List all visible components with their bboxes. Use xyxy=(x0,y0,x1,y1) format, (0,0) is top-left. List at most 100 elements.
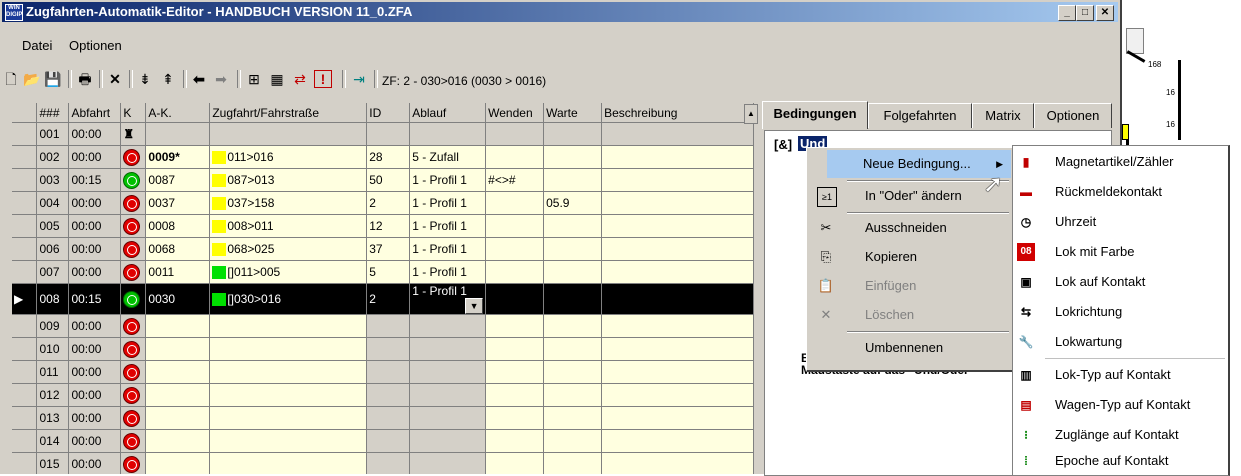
start-contact[interactable] xyxy=(145,337,211,361)
signal-cell[interactable] xyxy=(120,168,147,192)
departure-time[interactable]: 00:00 xyxy=(68,360,122,384)
col-header[interactable]: Wenden xyxy=(485,103,545,123)
print-icon[interactable]: 🖶 xyxy=(76,70,94,88)
delete-icon[interactable]: ✕ xyxy=(106,70,124,88)
row-selector[interactable] xyxy=(12,122,38,146)
signal-cell[interactable] xyxy=(120,314,147,338)
description-cell[interactable] xyxy=(601,452,754,474)
description-cell[interactable] xyxy=(601,406,754,430)
start-contact[interactable] xyxy=(145,360,211,384)
sequence[interactable] xyxy=(409,314,487,338)
description-cell[interactable] xyxy=(601,314,754,338)
route-icon[interactable]: ⊞ xyxy=(245,70,263,88)
col-header[interactable]: Zugfahrt/Fahrstraße xyxy=(209,103,368,123)
start-contact[interactable]: 0008 xyxy=(145,214,211,238)
menu-item-ausschneiden[interactable]: ✂ Ausschneiden xyxy=(809,214,1011,242)
train-route[interactable]: 011>016 xyxy=(209,145,368,169)
minimize-button[interactable]: _ xyxy=(1058,5,1076,21)
start-contact[interactable] xyxy=(145,122,211,146)
departure-time[interactable]: 00:00 xyxy=(68,145,122,169)
wait-cell[interactable] xyxy=(543,122,603,146)
wait-cell[interactable]: 05.9 xyxy=(543,191,603,215)
sequence[interactable] xyxy=(409,429,487,453)
col-header[interactable]: K xyxy=(120,103,147,123)
start-contact[interactable] xyxy=(145,406,211,430)
col-header[interactable]: A-K. xyxy=(145,103,211,123)
sequence[interactable]: 1 - Profil 1 xyxy=(409,191,487,215)
wait-cell[interactable] xyxy=(543,168,603,192)
route-id[interactable] xyxy=(366,360,411,384)
description-cell[interactable] xyxy=(601,260,754,284)
route-id[interactable]: 2 xyxy=(366,191,411,215)
sequence[interactable]: 1 - Profil 1 xyxy=(409,237,487,261)
menu-item-oder[interactable]: ≥1 In "Oder" ändern xyxy=(809,182,1011,210)
sequence[interactable]: 1 - Profil 1 ▼ xyxy=(409,283,487,315)
col-header[interactable]: ### xyxy=(36,103,70,123)
train-route[interactable]: []011>005 xyxy=(209,260,368,284)
submenu-item-lokwartung[interactable]: 🔧 Lokwartung xyxy=(1013,327,1228,357)
route-id[interactable] xyxy=(366,337,411,361)
sequence[interactable]: 1 - Profil 1 xyxy=(409,168,487,192)
row-selector[interactable] xyxy=(12,406,38,430)
table-icon[interactable]: ▦ xyxy=(268,70,286,88)
reverse-cell[interactable] xyxy=(485,214,545,238)
route-id[interactable] xyxy=(366,452,411,474)
route-id[interactable]: 5 xyxy=(366,260,411,284)
sequence[interactable]: 1 - Profil 1 xyxy=(409,260,487,284)
table-row[interactable]: 003 00:15 0087 087>013 50 1 - Profil 1 #<># xyxy=(12,168,754,192)
signal-cell[interactable] xyxy=(120,406,147,430)
sequence[interactable]: 5 - Zufall xyxy=(409,145,487,169)
description-cell[interactable] xyxy=(601,360,754,384)
description-cell[interactable] xyxy=(601,168,754,192)
arrow-left-icon[interactable]: ⬅ xyxy=(190,70,208,88)
reverse-cell[interactable] xyxy=(485,406,545,430)
departure-time[interactable]: 00:00 xyxy=(68,122,122,146)
departure-time[interactable]: 00:00 xyxy=(68,337,122,361)
departure-time[interactable]: 00:00 xyxy=(68,214,122,238)
reverse-cell[interactable] xyxy=(485,337,545,361)
route-id[interactable]: 2 xyxy=(366,283,411,315)
description-cell[interactable] xyxy=(601,337,754,361)
table-row[interactable]: 013 00:00 xyxy=(12,406,754,430)
sequence[interactable] xyxy=(409,122,487,146)
menu-item-loeschen[interactable]: ✕ Löschen xyxy=(809,301,1011,329)
train-route[interactable]: 087>013 xyxy=(209,168,368,192)
table-row[interactable]: 005 00:00 0008 008>011 12 1 - Profil 1 xyxy=(12,214,754,238)
train-route[interactable] xyxy=(209,383,368,407)
menu-datei[interactable]: Datei xyxy=(22,38,52,53)
departure-time[interactable]: 00:00 xyxy=(68,429,122,453)
train-route[interactable] xyxy=(209,337,368,361)
row-selector[interactable] xyxy=(12,260,38,284)
row-selector[interactable] xyxy=(12,337,38,361)
signal-cell[interactable] xyxy=(120,145,147,169)
departure-time[interactable]: 00:00 xyxy=(68,452,122,474)
row-selector[interactable] xyxy=(12,214,38,238)
start-contact[interactable]: 0030 xyxy=(145,283,211,315)
sequence[interactable] xyxy=(409,383,487,407)
reverse-cell[interactable] xyxy=(485,360,545,384)
table-row[interactable]: 011 00:00 xyxy=(12,360,754,384)
start-contact[interactable] xyxy=(145,429,211,453)
wait-cell[interactable] xyxy=(543,429,603,453)
col-header[interactable]: ID xyxy=(366,103,411,123)
route-id[interactable] xyxy=(366,314,411,338)
arrow-right-icon[interactable]: ➡ xyxy=(212,70,230,88)
row-selector[interactable] xyxy=(12,145,38,169)
signal-cell[interactable] xyxy=(120,360,147,384)
signal-cell[interactable] xyxy=(120,260,147,284)
wait-cell[interactable] xyxy=(543,360,603,384)
submenu-item-rueckmeldekontakt[interactable]: ▬ Rückmeldekontakt xyxy=(1013,177,1228,207)
dropdown-arrow-icon[interactable]: ▼ xyxy=(465,298,484,314)
train-route[interactable]: []030>016 xyxy=(209,283,368,315)
table-row[interactable]: 012 00:00 xyxy=(12,383,754,407)
wait-cell[interactable] xyxy=(543,260,603,284)
wait-cell[interactable] xyxy=(543,383,603,407)
table-row[interactable]: 014 00:00 xyxy=(12,429,754,453)
signal-cell[interactable] xyxy=(120,237,147,261)
signal-cell[interactable] xyxy=(120,283,147,315)
train-route[interactable] xyxy=(209,452,368,474)
signal-cell[interactable] xyxy=(120,452,147,474)
submenu-item-lokrichtung[interactable]: ⇆ Lokrichtung xyxy=(1013,297,1228,327)
signal-cell[interactable] xyxy=(120,214,147,238)
train-route[interactable]: 037>158 xyxy=(209,191,368,215)
